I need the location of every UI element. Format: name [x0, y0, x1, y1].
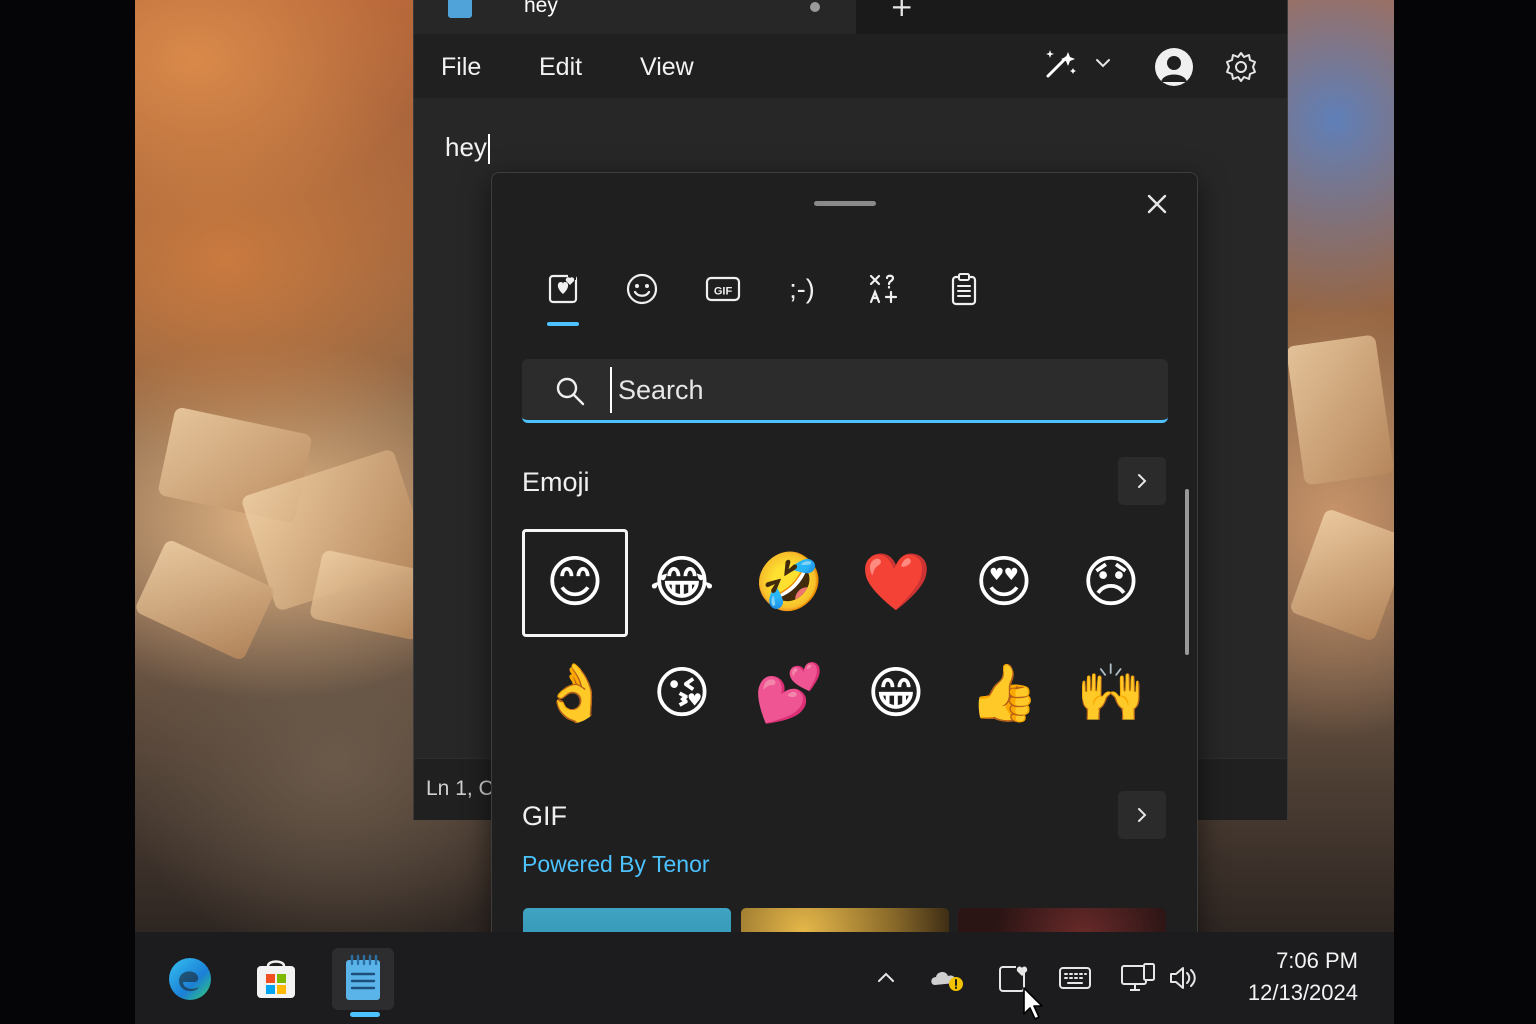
emoji-item[interactable]: 😍 — [951, 529, 1057, 637]
chevron-down-icon[interactable] — [1092, 52, 1114, 74]
emoji-item[interactable]: 🤣 — [736, 529, 842, 637]
chevron-right-icon — [1138, 808, 1147, 822]
smiley-icon — [626, 273, 658, 305]
letterbox-right — [1394, 0, 1536, 1024]
account-icon[interactable] — [1155, 48, 1193, 86]
search-icon — [556, 377, 585, 406]
taskbar-app-store[interactable] — [245, 948, 307, 1010]
emoji-item[interactable]: 👌 — [522, 640, 628, 748]
emoji-item[interactable]: 😊 — [522, 529, 628, 637]
emoji-item[interactable]: 😞 — [1058, 529, 1164, 637]
unsaved-dot-icon — [810, 2, 820, 12]
onedrive-tray-button[interactable] — [929, 962, 965, 994]
selected-tab-indicator — [547, 322, 579, 326]
notepad-icon — [346, 954, 380, 1000]
gif-see-more-button[interactable] — [1118, 791, 1166, 839]
active-app-indicator — [350, 1012, 380, 1017]
tab-emoji[interactable] — [622, 269, 662, 309]
powered-by-tenor-link[interactable]: Powered By Tenor — [522, 851, 710, 878]
svg-text:GIF: GIF — [714, 286, 733, 298]
symbols-icon — [869, 274, 898, 304]
new-tab-button[interactable]: + — [890, 0, 913, 23]
edge-icon — [169, 958, 211, 1000]
emoji-section-title: Emoji — [522, 467, 590, 497]
emoji-item[interactable]: ❤️ — [843, 529, 949, 637]
network-tray-button[interactable] — [1120, 962, 1156, 994]
tab-symbols[interactable] — [864, 269, 904, 309]
tab-title: hey — [524, 0, 558, 17]
tab-gif[interactable]: GIF — [703, 269, 743, 309]
text-caret — [487, 134, 490, 165]
mouse-cursor-icon — [1023, 987, 1043, 1020]
emoji-see-more-button[interactable] — [1118, 457, 1166, 505]
chevron-right-icon — [1138, 474, 1147, 488]
onedrive-warning-icon — [931, 971, 963, 991]
search-input[interactable] — [610, 367, 1130, 413]
clock-time[interactable]: 7:06 PM — [1268, 948, 1358, 974]
emoji-item[interactable]: 👍 — [951, 640, 1057, 748]
menu-view[interactable]: View — [640, 53, 694, 82]
gif-icon: GIF — [705, 276, 741, 302]
emoji-item[interactable]: 🙌 — [1058, 640, 1164, 748]
letterbox-left — [0, 0, 135, 1024]
show-hidden-icons-button[interactable] — [868, 962, 904, 994]
gif-section-title: GIF — [522, 801, 567, 831]
scrollbar[interactable] — [1185, 489, 1189, 655]
touch-keyboard-icon — [1059, 967, 1091, 989]
document-tab[interactable]: hey — [414, 0, 856, 34]
store-icon — [257, 960, 295, 998]
clipboard-history-icon — [951, 273, 977, 306]
clock-date[interactable]: 12/13/2024 — [1228, 980, 1358, 1006]
tab-recently-used[interactable] — [543, 269, 583, 309]
taskbar-app-notepad[interactable] — [332, 948, 394, 1010]
tab-clipboard-history[interactable] — [944, 269, 984, 309]
copilot-sparkle-icon[interactable] — [1040, 46, 1080, 82]
menu-edit[interactable]: Edit — [539, 53, 582, 82]
volume-icon — [1170, 967, 1196, 989]
menu-bar: File Edit View — [414, 34, 1287, 98]
tab-kaomoji[interactable]: ;-) — [782, 269, 822, 309]
emoji-item[interactable]: 😘 — [629, 640, 735, 748]
volume-tray-button[interactable] — [1165, 962, 1201, 994]
tab-bar: hey + — [414, 0, 1287, 34]
gear-icon[interactable] — [1224, 50, 1258, 84]
editor-content: hey — [445, 132, 490, 165]
taskbar: 7:06 PM 12/13/2024 — [135, 932, 1394, 1024]
kaomoji-icon: ;-) — [789, 273, 815, 304]
emoji-item[interactable]: 💕 — [736, 640, 842, 748]
menu-file[interactable]: File — [441, 53, 481, 82]
search-box[interactable] — [522, 359, 1168, 423]
cursor-position: Ln 1, C — [426, 777, 494, 800]
emoji-item[interactable]: 😁 — [843, 640, 949, 748]
touch-keyboard-button[interactable] — [1057, 962, 1093, 994]
heart-clipboard-icon — [548, 272, 578, 304]
close-icon[interactable] — [1142, 189, 1172, 219]
taskbar-app-edge[interactable] — [159, 948, 221, 1010]
emoji-panel: GIF ;-) Emoji 😊 — [491, 172, 1198, 958]
drag-handle[interactable] — [814, 201, 876, 206]
notepad-icon — [448, 0, 472, 18]
chevron-up-icon — [878, 972, 894, 982]
emoji-item[interactable]: 😂 — [629, 529, 735, 637]
network-icon — [1121, 963, 1155, 991]
